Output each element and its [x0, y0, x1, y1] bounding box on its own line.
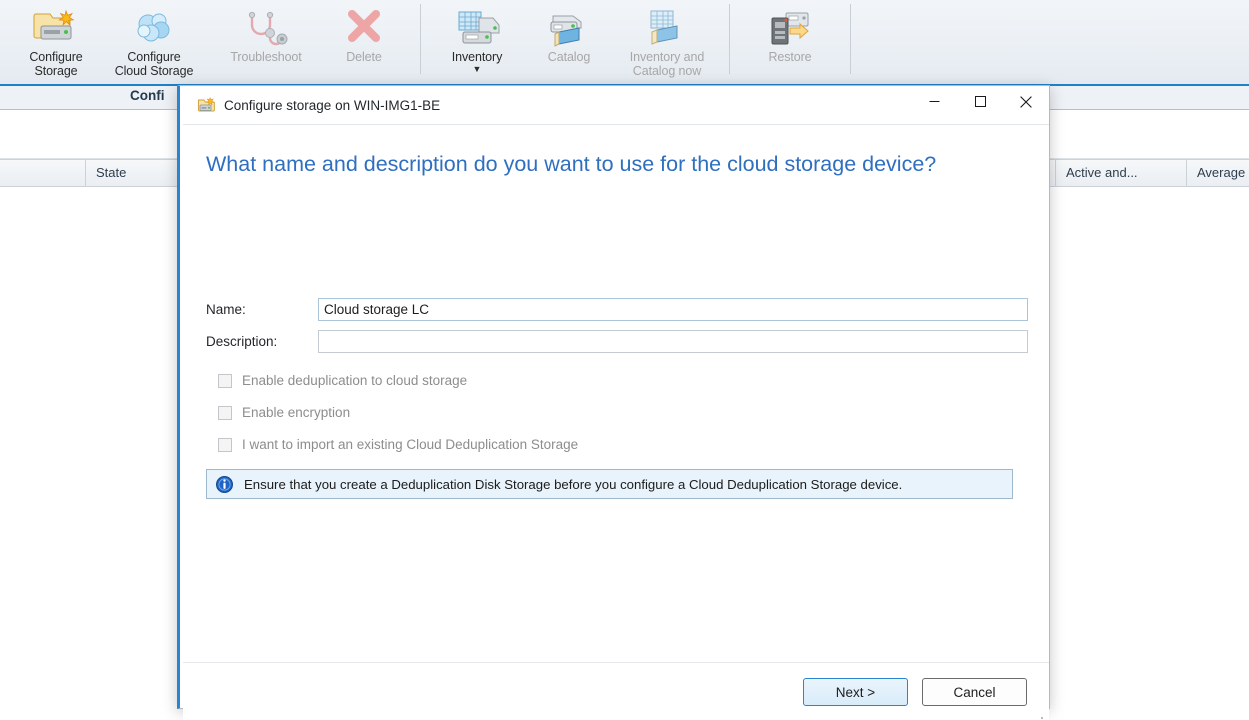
- dialog-heading: What name and description do you want to…: [206, 152, 937, 176]
- dialog-footer: Next > Cancel: [183, 662, 1049, 720]
- name-field-row: Name:: [206, 297, 1028, 321]
- dialog-title: Configure storage on WIN-IMG1-BE: [224, 97, 441, 113]
- configure-storage-icon: [12, 6, 100, 50]
- info-notice-text: Ensure that you create a Deduplication D…: [244, 476, 903, 492]
- inventory-and-catalog-label-2: Catalog now: [632, 64, 702, 78]
- maximize-icon: [974, 96, 986, 107]
- restore-icon: [742, 6, 838, 50]
- configure-storage-dialog: Configure storage on WIN-IMG1-BE What na…: [177, 85, 1050, 720]
- ribbon-separator-2: [729, 4, 730, 74]
- inventory-button[interactable]: Inventory ▼: [431, 0, 523, 74]
- troubleshoot-label: Troubleshoot: [230, 50, 302, 64]
- delete-x-icon: [320, 6, 408, 50]
- enable-deduplication-label: Enable deduplication to cloud storage: [242, 373, 468, 388]
- name-input[interactable]: [318, 297, 1028, 321]
- close-button[interactable]: [1003, 86, 1049, 117]
- ribbon-separator-1: [420, 4, 421, 74]
- enable-deduplication-checkbox-row[interactable]: Enable deduplication to cloud storage: [218, 373, 467, 388]
- next-button[interactable]: Next >: [803, 678, 908, 706]
- ribbon-toolbar: Configure Storage Configure Cloud Storag…: [0, 0, 1249, 86]
- description-input[interactable]: [318, 329, 1028, 353]
- configure-storage-small-icon: [197, 96, 215, 113]
- restore-button-wrap: Restore: [740, 0, 840, 64]
- dialog-content: What name and description do you want to…: [183, 124, 1049, 720]
- inventory-label: Inventory: [451, 50, 503, 64]
- dialog-button-bar: Next > Cancel: [803, 678, 1027, 706]
- enable-encryption-checkbox-row[interactable]: Enable encryption: [218, 405, 350, 420]
- dialog-titlebar[interactable]: Configure storage on WIN-IMG1-BE: [180, 86, 1049, 124]
- catalog-button[interactable]: Catalog: [523, 0, 615, 64]
- import-existing-label: I want to import an existing Cloud Dedup…: [242, 437, 579, 452]
- restore-label: Restore: [768, 50, 812, 64]
- enable-encryption-label: Enable encryption: [242, 405, 351, 420]
- configure-storage-label-2: Storage: [34, 64, 78, 78]
- minimize-button[interactable]: [911, 86, 957, 117]
- name-field-label: Name:: [206, 301, 246, 317]
- column-header-average[interactable]: Average: [1186, 160, 1249, 186]
- window-controls: [911, 86, 1049, 124]
- description-field-label: Description:: [206, 333, 278, 349]
- import-existing-checkbox[interactable]: [218, 437, 232, 452]
- description-field-row: Description:: [206, 329, 1028, 353]
- ribbon-group-maintenance: Troubleshoot Delete: [210, 0, 414, 84]
- enable-encryption-checkbox[interactable]: [218, 405, 232, 420]
- configure-storage-button[interactable]: Configure Storage: [10, 0, 102, 78]
- cancel-button[interactable]: Cancel: [922, 678, 1027, 706]
- catalog-icon: [525, 6, 613, 50]
- chevron-down-icon[interactable]: ▼: [433, 65, 521, 74]
- configure-cloud-storage-button[interactable]: Configure Cloud Storage: [102, 0, 206, 78]
- delete-label: Delete: [346, 50, 382, 64]
- restore-button[interactable]: Restore: [742, 6, 838, 64]
- column-header-active-and[interactable]: Active and...: [1055, 160, 1175, 186]
- close-icon: [1020, 95, 1032, 108]
- configure-cloud-storage-label-1: Configure: [127, 50, 181, 64]
- troubleshoot-button[interactable]: Troubleshoot: [214, 0, 318, 64]
- stethoscope-icon: [216, 6, 316, 50]
- ribbon-group-inventory: Inventory ▼ Catalog Inventory and Catalo…: [427, 0, 723, 84]
- import-existing-checkbox-row[interactable]: I want to import an existing Cloud Dedup…: [218, 437, 578, 452]
- background-window-title: Confi: [130, 88, 165, 103]
- catalog-label: Catalog: [547, 50, 591, 64]
- inventory-icon: [433, 6, 521, 50]
- configure-cloud-storage-label-2: Cloud Storage: [114, 64, 194, 78]
- minimize-icon: [929, 96, 940, 107]
- ribbon-group-storage: Configure Storage Configure Cloud Storag…: [6, 0, 210, 84]
- inventory-and-catalog-label-1: Inventory and: [629, 50, 705, 64]
- app-root: Configure Storage Configure Cloud Storag…: [0, 0, 1249, 720]
- enable-deduplication-checkbox[interactable]: [218, 373, 232, 388]
- configure-storage-label-1: Configure: [29, 50, 83, 64]
- info-notice: Ensure that you create a Deduplication D…: [206, 469, 1013, 499]
- inventory-and-catalog-now-button[interactable]: Inventory and Catalog now: [615, 0, 719, 78]
- maximize-button[interactable]: [957, 86, 1003, 117]
- info-icon: [216, 475, 233, 493]
- configure-cloud-storage-icon: [104, 6, 204, 50]
- inventory-and-catalog-icon: [617, 6, 717, 50]
- ribbon-group-restore: Restore: [736, 0, 844, 84]
- ribbon-separator-3: [850, 4, 851, 74]
- delete-button[interactable]: Delete: [318, 0, 410, 64]
